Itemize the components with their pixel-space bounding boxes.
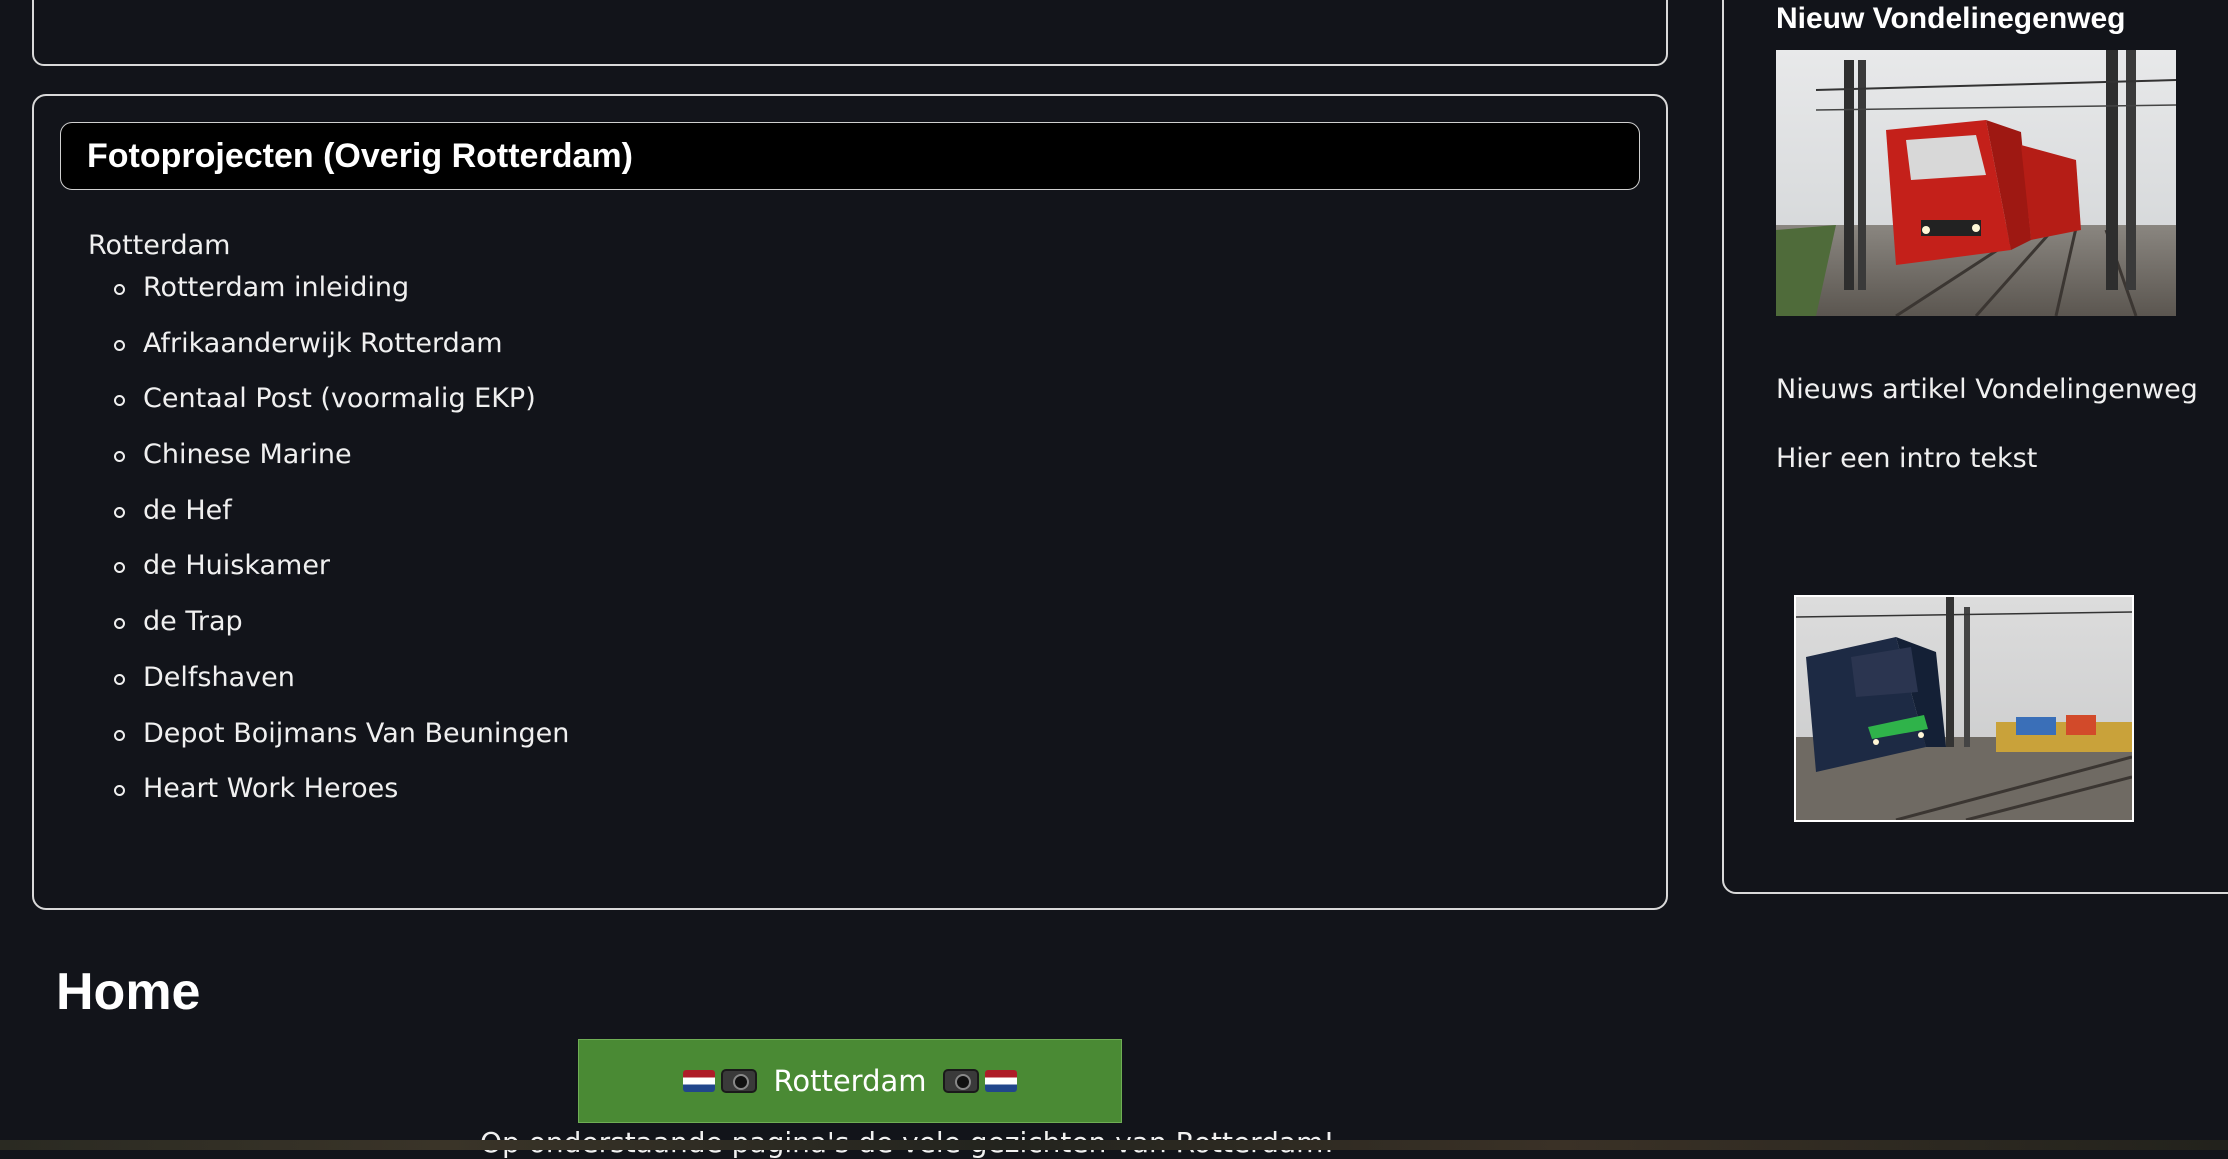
blue-train-photo[interactable] — [1794, 595, 2134, 822]
sidebar-article-title[interactable]: Nieuws artikel Vondelingenweg — [1776, 374, 2198, 405]
blue-train-image — [1796, 597, 2132, 820]
project-link[interactable]: de Trap — [88, 606, 569, 662]
red-train-photo[interactable] — [1776, 50, 2176, 316]
rotterdam-button[interactable]: Rotterdam — [578, 1039, 1122, 1123]
project-link-label[interactable]: Heart Work Heroes — [143, 773, 398, 804]
project-link[interactable]: Rotterdam inleiding — [88, 272, 569, 328]
project-link-label[interactable]: Delfshaven — [143, 662, 295, 693]
project-link-label[interactable]: de Huiskamer — [143, 550, 330, 581]
project-category-rotterdam[interactable]: Rotterdam — [88, 230, 230, 261]
bullet-icon — [114, 785, 125, 797]
bullet-icon — [114, 339, 125, 351]
project-link-label[interactable]: Chinese Marine — [143, 439, 352, 470]
fotoprojecten-title: Fotoprojecten (Overig Rotterdam) — [87, 136, 633, 175]
bullet-icon — [114, 729, 125, 741]
project-link-label[interactable]: de Hef — [143, 495, 232, 526]
footer-image-strip — [0, 1140, 2228, 1150]
sidebar-intro: Hier een intro tekst — [1776, 443, 2038, 474]
fotoprojecten-widget: Fotoprojecten (Overig Rotterdam) Rotterd… — [32, 94, 1668, 910]
netherlands-flag-icon — [984, 1070, 1017, 1092]
red-train-image — [1776, 50, 2176, 316]
fotoprojecten-header: Fotoprojecten (Overig Rotterdam) — [60, 122, 1640, 190]
bullet-icon — [114, 562, 125, 574]
project-link[interactable]: Chinese Marine — [88, 439, 569, 495]
project-link[interactable]: de Hef — [88, 495, 569, 551]
page-title: Home — [56, 963, 201, 1021]
bullet-icon — [114, 506, 125, 518]
project-link-label[interactable]: Rotterdam inleiding — [143, 272, 409, 303]
project-link[interactable]: Heart Work Heroes — [88, 773, 569, 829]
project-link[interactable]: Centaal Post (voormalig EKP) — [88, 383, 569, 439]
bullet-icon — [114, 451, 125, 463]
project-link[interactable]: Afrikaanderwijk Rotterdam — [88, 328, 569, 384]
bullet-icon — [114, 284, 125, 295]
project-link-label[interactable]: Depot Boijmans Van Beuningen — [143, 718, 569, 749]
project-link-label[interactable]: Afrikaanderwijk Rotterdam — [143, 328, 503, 359]
sidebar-title: Nieuw Vondelinegenweg — [1776, 2, 2126, 35]
bullet-icon — [114, 395, 125, 407]
bullet-icon — [114, 618, 125, 630]
project-link-label[interactable]: de Trap — [143, 606, 243, 637]
camera-icon — [721, 1069, 758, 1093]
project-list: Rotterdam inleiding Afrikaanderwijk Rott… — [88, 272, 569, 829]
project-link[interactable]: Delfshaven — [88, 662, 569, 718]
project-link[interactable]: Depot Boijmans Van Beuningen — [88, 718, 569, 774]
project-link-label[interactable]: Centaal Post (voormalig EKP) — [143, 383, 536, 414]
project-link[interactable]: de Huiskamer — [88, 550, 569, 606]
netherlands-flag-icon — [683, 1070, 716, 1092]
rotterdam-button-label: Rotterdam — [773, 1064, 927, 1098]
bullet-icon — [114, 673, 125, 685]
previous-widget-card — [32, 0, 1668, 66]
camera-icon — [942, 1069, 979, 1093]
